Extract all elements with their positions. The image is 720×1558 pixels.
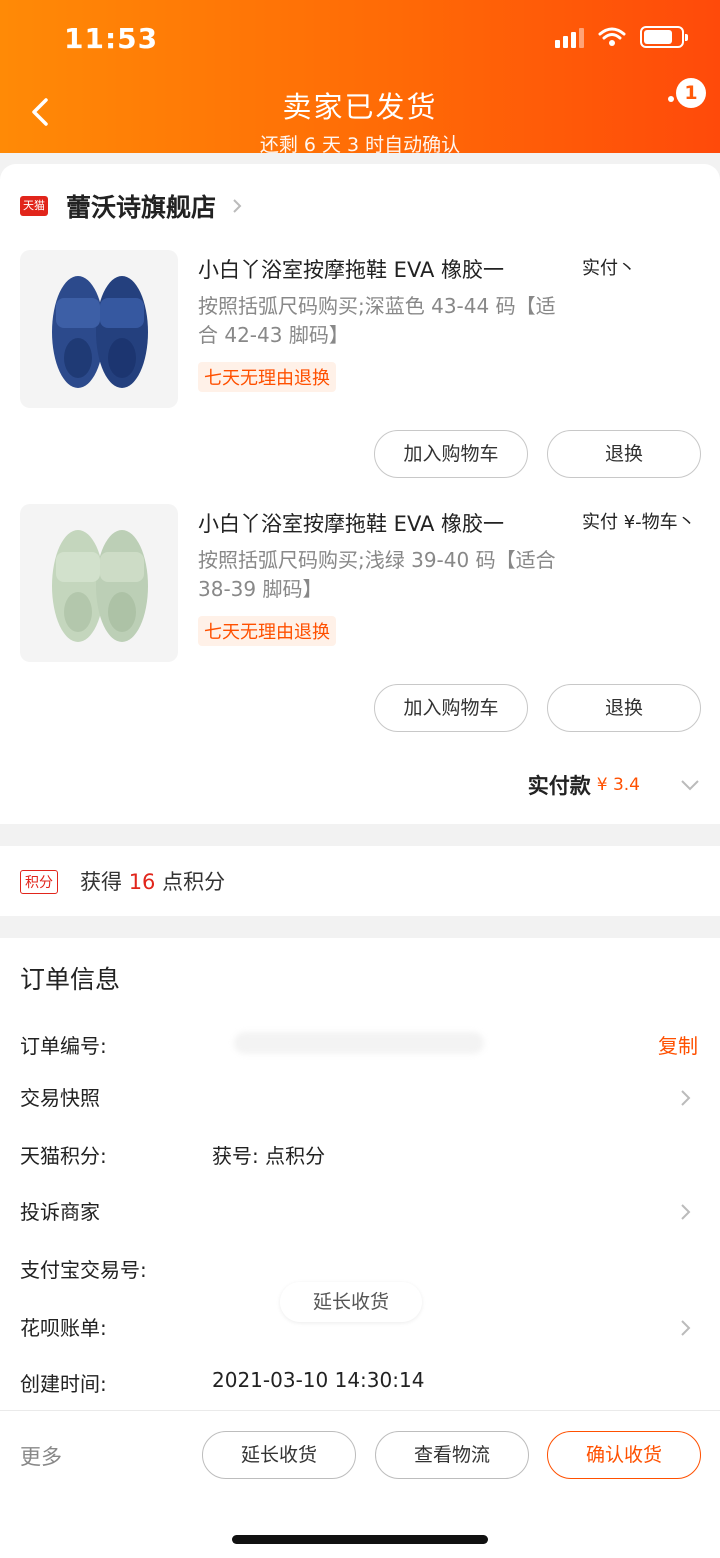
snapshot-label: 交易快照 (20, 1086, 100, 1110)
total-paid-label: 实付款 (527, 774, 591, 798)
return-policy-tag: 七天无理由退换 (198, 616, 336, 646)
product-item[interactable]: 小白丫浴室按摩拖鞋 EVA 橡胶一 实付丶 按照括弧尺码购买;深蓝色 43-44… (20, 250, 710, 500)
created-time-value: 2021-03-10 14:30:14 (212, 1368, 425, 1392)
tmall-points-row: 天猫积分: 获号: 点积分 (20, 1134, 700, 1174)
created-time-row: 创建时间: 2021-03-10 14:30:14 (20, 1362, 700, 1402)
slipper-image (52, 530, 148, 642)
chevron-right-icon (233, 199, 242, 213)
product-image[interactable] (20, 250, 178, 408)
floating-extend-button[interactable]: 延长收货 (280, 1282, 422, 1322)
bottom-action-bar: 更多 延长收货 查看物流 确认收货 (0, 1410, 720, 1558)
product-paid-label: 实付丶 (582, 258, 636, 279)
redacted-value (234, 1032, 484, 1054)
more-link[interactable]: 更多 (20, 1441, 62, 1471)
slipper-image (52, 276, 148, 388)
home-indicator[interactable] (232, 1535, 488, 1544)
add-to-cart-button[interactable]: 加入购物车 (374, 430, 528, 478)
total-paid-row[interactable]: 实付款 ¥ 3.4 (528, 770, 700, 800)
tmall-logo: 天猫 (20, 196, 48, 216)
store-card: 天猫 蕾沃诗旗舰店 小白丫浴室按摩拖鞋 EVA 橡胶一 实付丶 按照括弧尺码购买… (0, 164, 720, 824)
huabei-label: 花呗账单: (20, 1316, 107, 1340)
return-policy-tag: 七天无理由退换 (198, 362, 336, 392)
status-icons (555, 26, 688, 48)
tmall-points-value: 获号: 点积分 (212, 1144, 326, 1168)
chevron-down-icon[interactable] (680, 778, 700, 792)
header: 11:53 卖家已发货 还剩 6 天 3 时自动确认 1 (0, 0, 720, 156)
signal-icon (555, 26, 584, 48)
order-info-title: 订单信息 (20, 965, 121, 994)
auto-confirm-countdown: 还剩 6 天 3 时自动确认 (259, 134, 461, 156)
points-text: 获得 16 点积分 (80, 866, 225, 896)
order-number-label: 订单编号: (20, 1034, 107, 1058)
product-spec: 按照括弧尺码购买;深蓝色 43-44 码【适合 42-43 脚码】 (198, 294, 556, 347)
store-name[interactable]: 蕾沃诗旗舰店 (66, 188, 216, 224)
status-time: 11:53 (64, 22, 159, 55)
points-card: 积分 获得 16 点积分 (0, 846, 720, 916)
store-header[interactable]: 天猫 蕾沃诗旗舰店 (20, 188, 244, 224)
alipay-trade-label: 支付宝交易号: (20, 1258, 147, 1282)
product-title[interactable]: 小白丫浴室按摩拖鞋 EVA 橡胶一 (198, 254, 504, 284)
complain-row[interactable]: 投诉商家 (20, 1190, 700, 1230)
snapshot-row[interactable]: 交易快照 (20, 1076, 700, 1116)
points-number: 16 (128, 870, 156, 894)
chevron-right-icon (681, 1090, 691, 1106)
tmall-points-label: 天猫积分: (20, 1144, 107, 1168)
created-time-label: 创建时间: (20, 1372, 107, 1396)
confirm-receipt-button[interactable]: 确认收货 (547, 1431, 701, 1479)
points-prefix: 获得 (80, 870, 122, 894)
product-paid-label: 实付 ¥-物车丶 (582, 512, 696, 533)
product-image[interactable] (20, 504, 178, 662)
chevron-right-icon (681, 1320, 691, 1336)
complain-label: 投诉商家 (20, 1200, 100, 1224)
copy-button[interactable]: 复制 (658, 1030, 698, 1059)
product-spec: 按照括弧尺码购买;浅绿 39-40 码【适合 38-39 脚码】 (198, 548, 556, 601)
points-tag: 积分 (20, 870, 58, 894)
order-detail-page: 11:53 卖家已发货 还剩 6 天 3 时自动确认 1 天猫 蕾沃诗旗舰店 小… (0, 0, 720, 1558)
product-item[interactable]: 小白丫浴室按摩拖鞋 EVA 橡胶一 实付 ¥-物车丶 按照括弧尺码购买;浅绿 3… (20, 504, 710, 754)
view-logistics-button[interactable]: 查看物流 (375, 1431, 529, 1479)
page-title: 卖家已发货 (282, 90, 438, 124)
order-number-row: 订单编号: 复制 (20, 1024, 700, 1064)
add-to-cart-button[interactable]: 加入购物车 (374, 684, 528, 732)
title-block: 卖家已发货 还剩 6 天 3 时自动确认 (0, 84, 720, 157)
extend-receipt-button[interactable]: 延长收货 (202, 1431, 356, 1479)
wifi-icon (598, 27, 626, 46)
battery-icon (640, 26, 688, 48)
total-paid-value: ¥ 3.4 (596, 775, 640, 795)
order-info-card: 订单信息 订单编号: 复制 交易快照 天猫积分: 获号: 点积分 投诉商家 支付… (0, 938, 720, 1418)
refund-button[interactable]: 退换 (547, 430, 701, 478)
chevron-right-icon (681, 1204, 691, 1220)
refund-button[interactable]: 退换 (547, 684, 701, 732)
points-suffix: 点积分 (162, 870, 226, 894)
product-title[interactable]: 小白丫浴室按摩拖鞋 EVA 橡胶一 (198, 508, 504, 538)
message-badge: 1 (676, 78, 706, 108)
